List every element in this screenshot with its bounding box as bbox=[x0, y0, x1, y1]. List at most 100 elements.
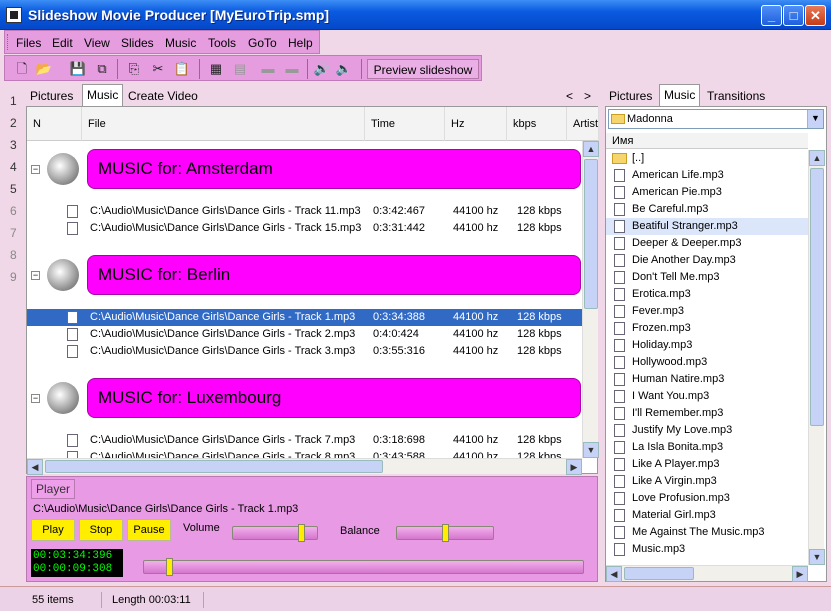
track-row[interactable]: C:\Audio\Music\Dance Girls\Dance Girls -… bbox=[27, 449, 582, 458]
parent-folder-item[interactable]: [..] bbox=[606, 150, 808, 167]
tab-create-video[interactable]: Create Video bbox=[124, 86, 202, 106]
cut-icon[interactable]: ✂ bbox=[149, 60, 167, 78]
position-slider-knob[interactable] bbox=[166, 558, 173, 576]
file-list-item[interactable]: Love Profusion.mp3 bbox=[606, 490, 808, 507]
tab-pictures-browser[interactable]: Pictures bbox=[605, 86, 656, 106]
collapse-group-icon[interactable]: − bbox=[31, 165, 40, 174]
menu-goto[interactable]: GoTo bbox=[248, 36, 277, 50]
collapse-group-icon[interactable]: − bbox=[31, 271, 40, 280]
track-row[interactable]: C:\Audio\Music\Dance Girls\Dance Girls -… bbox=[27, 309, 582, 326]
volume-slider-knob[interactable] bbox=[298, 524, 305, 542]
file-list-item[interactable]: I'll Remember.mp3 bbox=[606, 405, 808, 422]
remove-slide-icon[interactable]: ▤ bbox=[231, 60, 249, 78]
chevron-down-icon[interactable]: ▼ bbox=[807, 110, 823, 128]
pause-button[interactable]: Pause bbox=[127, 519, 171, 541]
tab-scroll-left-button[interactable]: < bbox=[562, 86, 577, 106]
file-list-item[interactable]: American Life.mp3 bbox=[606, 167, 808, 184]
file-list-item[interactable]: Deeper & Deeper.mp3 bbox=[606, 235, 808, 252]
slide-number[interactable]: 8 bbox=[10, 248, 17, 262]
track-row[interactable]: C:\Audio\Music\Dance Girls\Dance Girls -… bbox=[27, 432, 582, 449]
browser-vertical-scrollbar[interactable]: ▲ ▼ bbox=[808, 150, 825, 565]
scroll-left-arrow-icon[interactable]: ◀ bbox=[606, 566, 622, 582]
horizontal-scrollbar[interactable]: ◀ ▶ bbox=[27, 458, 582, 475]
balance-slider[interactable] bbox=[396, 524, 494, 542]
browser-column-header[interactable]: Имя bbox=[606, 133, 808, 149]
remove-sound-icon[interactable]: 🔈 bbox=[335, 60, 353, 78]
track-row[interactable]: C:\Audio\Music\Dance Girls\Dance Girls -… bbox=[27, 203, 582, 220]
file-list-item[interactable]: I Want You.mp3 bbox=[606, 388, 808, 405]
save-icon[interactable]: 💾 bbox=[69, 60, 87, 78]
column-time[interactable]: Time bbox=[365, 107, 445, 141]
scroll-right-arrow-icon[interactable]: ▶ bbox=[792, 566, 808, 582]
vertical-scrollbar[interactable]: ▲ ▼ bbox=[582, 141, 599, 458]
column-hz[interactable]: Hz bbox=[445, 107, 507, 141]
slide-number[interactable]: 2 bbox=[10, 116, 17, 130]
scroll-down-arrow-icon[interactable]: ▼ bbox=[583, 442, 599, 458]
open-folder-icon[interactable]: 📂 bbox=[35, 60, 53, 78]
tab-music[interactable]: Music bbox=[82, 84, 124, 106]
file-list-item[interactable]: Material Girl.mp3 bbox=[606, 507, 808, 524]
slide-number[interactable]: 9 bbox=[10, 270, 17, 284]
file-list-item[interactable]: Frozen.mp3 bbox=[606, 320, 808, 337]
tab-music-browser[interactable]: Music bbox=[659, 84, 701, 106]
scroll-up-arrow-icon[interactable]: ▲ bbox=[809, 150, 825, 166]
tab-transitions[interactable]: Transitions bbox=[703, 86, 769, 106]
tab-pictures[interactable]: Pictures bbox=[26, 86, 77, 106]
file-list-item[interactable]: Beatiful Stranger.mp3 bbox=[606, 218, 808, 235]
slide-number[interactable]: 4 bbox=[10, 160, 17, 174]
slide-number[interactable]: 5 bbox=[10, 182, 17, 196]
file-list-item[interactable]: Fever.mp3 bbox=[606, 303, 808, 320]
collapse-group-icon[interactable]: − bbox=[31, 394, 40, 403]
add-music-icon[interactable]: ▬ bbox=[259, 60, 277, 78]
new-file-icon[interactable]: 🗋 bbox=[13, 60, 31, 78]
folder-select[interactable]: Madonna ▼ bbox=[608, 109, 824, 129]
maximize-button[interactable]: □ bbox=[783, 5, 804, 26]
add-slide-icon[interactable]: ▦ bbox=[207, 60, 225, 78]
position-slider[interactable] bbox=[143, 558, 584, 576]
track-row[interactable]: C:\Audio\Music\Dance Girls\Dance Girls -… bbox=[27, 326, 582, 343]
slide-number[interactable]: 1 bbox=[10, 94, 17, 108]
stop-button[interactable]: Stop bbox=[79, 519, 123, 541]
menu-tools[interactable]: Tools bbox=[208, 36, 236, 50]
balance-slider-knob[interactable] bbox=[442, 524, 449, 542]
scroll-right-arrow-icon[interactable]: ▶ bbox=[566, 459, 582, 475]
file-list-item[interactable]: Don't Tell Me.mp3 bbox=[606, 269, 808, 286]
file-list-item[interactable]: Be Careful.mp3 bbox=[606, 201, 808, 218]
add-sound-icon[interactable]: 🔊 bbox=[313, 60, 331, 78]
file-list-item[interactable]: Like A Virgin.mp3 bbox=[606, 473, 808, 490]
file-list-item[interactable]: Justify My Love.mp3 bbox=[606, 422, 808, 439]
file-list-item[interactable]: Holiday.mp3 bbox=[606, 337, 808, 354]
file-list-item[interactable]: Die Another Day.mp3 bbox=[606, 252, 808, 269]
preview-slideshow-button[interactable]: Preview slideshow bbox=[367, 59, 479, 79]
scroll-down-arrow-icon[interactable]: ▼ bbox=[809, 549, 825, 565]
copy-icon[interactable]: ⎘ bbox=[125, 60, 143, 78]
tab-scroll-right-button[interactable]: > bbox=[580, 86, 595, 106]
scroll-left-arrow-icon[interactable]: ◀ bbox=[27, 459, 43, 475]
scrollbar-thumb[interactable] bbox=[810, 168, 824, 426]
file-list-item[interactable]: Music.mp3 bbox=[606, 541, 808, 558]
paste-icon[interactable]: 📋 bbox=[173, 60, 191, 78]
column-kbps[interactable]: kbps bbox=[507, 107, 567, 141]
music-group-header[interactable]: MUSIC for: Berlin bbox=[87, 255, 581, 295]
file-list-item[interactable]: La Isla Bonita.mp3 bbox=[606, 439, 808, 456]
column-n[interactable]: N bbox=[27, 107, 82, 141]
track-row[interactable]: C:\Audio\Music\Dance Girls\Dance Girls -… bbox=[27, 343, 582, 360]
slide-number[interactable]: 3 bbox=[10, 138, 17, 152]
play-button[interactable]: Play bbox=[31, 519, 75, 541]
slide-number[interactable]: 6 bbox=[10, 204, 17, 218]
close-button[interactable]: ✕ bbox=[805, 5, 826, 26]
menu-view[interactable]: View bbox=[84, 36, 110, 50]
file-list-item[interactable]: Human Natire.mp3 bbox=[606, 371, 808, 388]
file-list-item[interactable]: Me Against The Music.mp3 bbox=[606, 524, 808, 541]
file-list-item[interactable]: Erotica.mp3 bbox=[606, 286, 808, 303]
menu-help[interactable]: Help bbox=[288, 36, 313, 50]
scrollbar-thumb[interactable] bbox=[45, 460, 383, 473]
column-file[interactable]: File bbox=[82, 107, 365, 141]
slide-number[interactable]: 7 bbox=[10, 226, 17, 240]
file-list-item[interactable]: Hollywood.mp3 bbox=[606, 354, 808, 371]
file-list-item[interactable]: Like A Player.mp3 bbox=[606, 456, 808, 473]
column-artist[interactable]: Artist bbox=[567, 107, 599, 141]
save-all-icon[interactable]: ⧉ bbox=[93, 60, 111, 78]
minimize-button[interactable]: _ bbox=[761, 5, 782, 26]
scrollbar-thumb[interactable] bbox=[624, 567, 694, 580]
